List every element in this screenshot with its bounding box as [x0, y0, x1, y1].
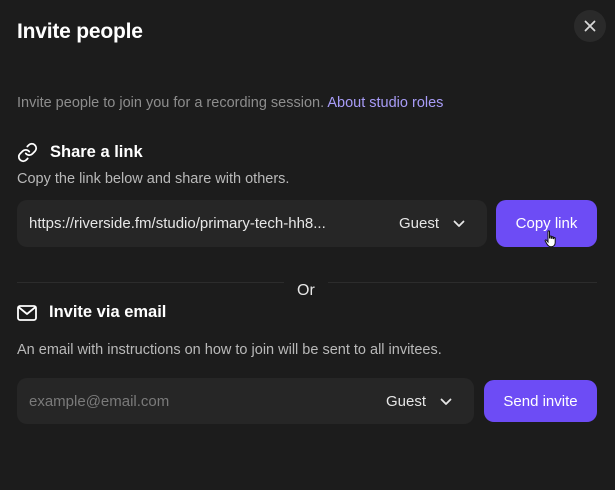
chevron-down-icon: [440, 398, 452, 405]
intro-description: Invite people to join you for a recordin…: [17, 95, 325, 111]
invite-link-url[interactable]: https://riverside.fm/studio/primary-tech…: [29, 215, 326, 232]
invite-link-field[interactable]: https://riverside.fm/studio/primary-tech…: [17, 200, 487, 247]
email-role-select[interactable]: Guest: [386, 393, 452, 410]
invite-people-dialog: Invite people Invite people to join you …: [0, 0, 615, 490]
email-field: Guest: [17, 378, 474, 424]
mail-icon: [17, 304, 37, 321]
intro-text: Invite people to join you for a recordin…: [17, 95, 443, 111]
close-button[interactable]: [574, 10, 606, 42]
send-invite-button[interactable]: Send invite: [484, 380, 597, 422]
chevron-down-icon: [453, 220, 465, 227]
close-icon: [584, 20, 596, 32]
share-link-heading: Share a link: [17, 142, 143, 163]
email-input[interactable]: [17, 378, 357, 424]
link-role-value: Guest: [399, 215, 440, 232]
share-link-title: Share a link: [50, 143, 143, 161]
invite-email-heading: Invite via email: [17, 303, 166, 322]
link-icon: [17, 142, 38, 163]
email-role-value: Guest: [386, 393, 427, 410]
share-link-description: Copy the link below and share with other…: [17, 171, 290, 187]
invite-email-description: An email with instructions on how to joi…: [17, 342, 442, 358]
about-studio-roles-link[interactable]: About studio roles: [327, 95, 443, 111]
dialog-title: Invite people: [17, 20, 143, 43]
invite-email-title: Invite via email: [49, 303, 167, 321]
or-separator: Or: [284, 282, 328, 300]
hand-pointer-icon: [544, 230, 556, 248]
link-role-select[interactable]: Guest: [399, 215, 465, 232]
